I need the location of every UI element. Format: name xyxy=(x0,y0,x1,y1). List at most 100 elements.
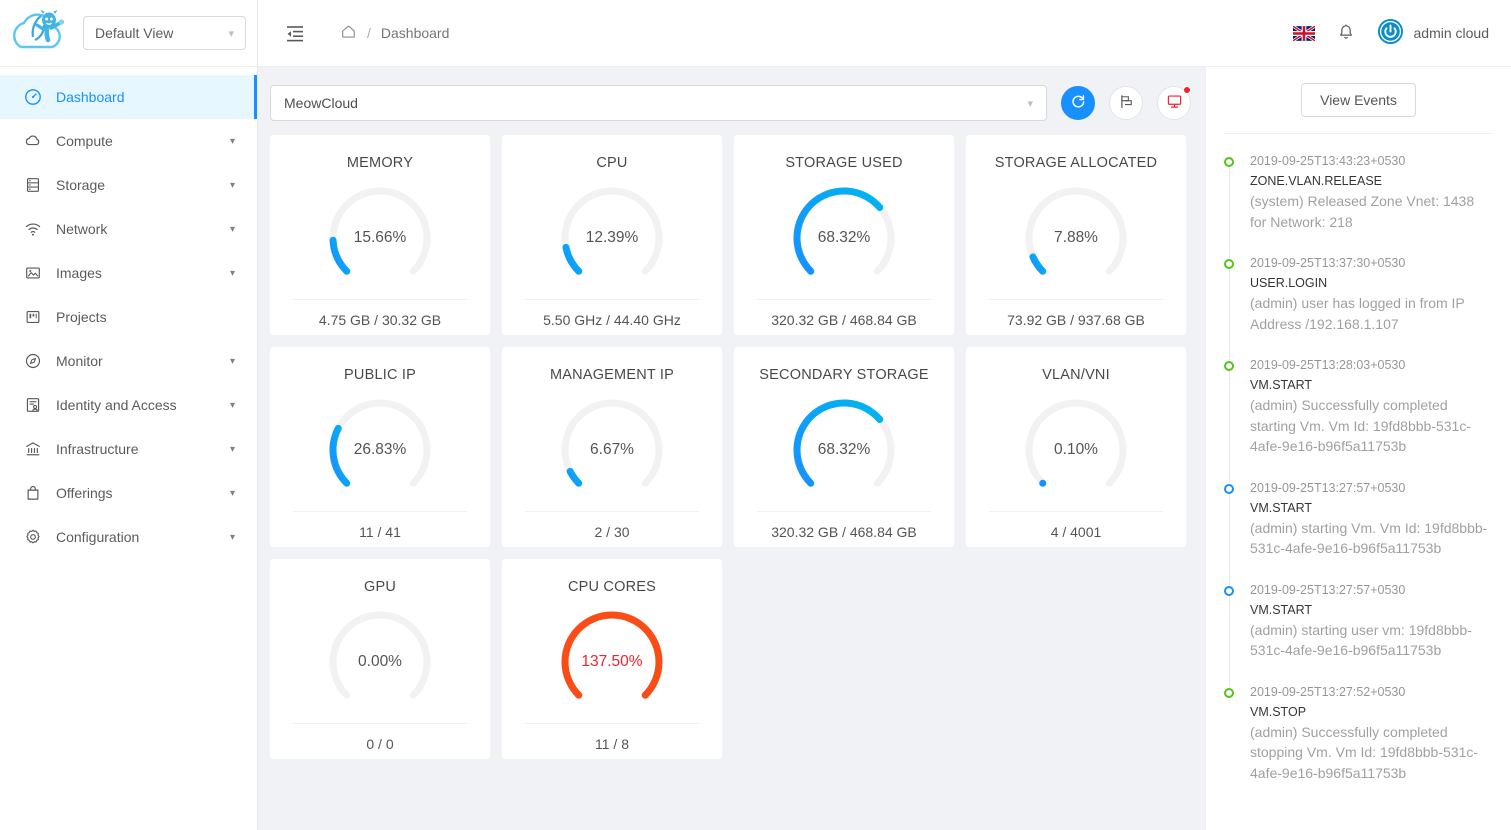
capacity-card: MANAGEMENT IP 6.67% 2 / 30 xyxy=(502,347,722,547)
sidebar-item-configuration[interactable]: Configuration ▾ xyxy=(0,515,257,559)
capacity-card-footer: 0 / 0 xyxy=(293,723,467,768)
dashboard-content: MeowCloud ▾ MEMORY 15.66% 4.75 GB / 30.3… xyxy=(258,67,1205,830)
gauge-value: 137.50% xyxy=(581,653,643,670)
event-timeline: 2019-09-25T13:43:23+0530 ZONE.VLAN.RELEA… xyxy=(1224,134,1493,805)
sidebar-item-label: Identity and Access xyxy=(56,397,177,413)
sidebar-item-label: Projects xyxy=(56,309,107,325)
event-item[interactable]: 2019-09-25T13:37:30+0530 USER.LOGIN (adm… xyxy=(1224,254,1493,360)
gauge-value: 12.39% xyxy=(585,229,639,246)
top-header: / Dashboard admin cloud xyxy=(258,0,1511,67)
sidebar-item-label: Storage xyxy=(56,177,106,193)
main-area: / Dashboard admin cloud MeowCloud ▾ MEMO… xyxy=(258,0,1511,830)
capacity-card-title: STORAGE USED xyxy=(785,155,903,171)
database-icon xyxy=(24,176,42,194)
gauge-value: 26.83% xyxy=(353,441,407,458)
event-item[interactable]: 2019-09-25T13:28:03+0530 VM.START (admin… xyxy=(1224,356,1493,482)
event-type: VM.START xyxy=(1250,500,1313,515)
sidebar-item-projects[interactable]: Projects xyxy=(0,295,257,339)
event-status-dot xyxy=(1224,157,1234,167)
sidebar-item-identity-and-access[interactable]: Identity and Access ▾ xyxy=(0,383,257,427)
event-description: (admin) starting Vm. Vm Id: 19fd8bbb-531… xyxy=(1250,519,1488,557)
header-actions: admin cloud xyxy=(1291,18,1489,48)
capacity-card-footer: 73.92 GB / 937.68 GB xyxy=(989,299,1163,344)
event-item[interactable]: 2019-09-25T13:27:57+0530 VM.START (admin… xyxy=(1224,479,1493,585)
events-panel: View Events 2019-09-25T13:43:23+0530 ZON… xyxy=(1205,67,1511,830)
picture-icon xyxy=(24,264,42,282)
chevron-down-icon: ▾ xyxy=(229,179,235,191)
event-status-dot xyxy=(1224,585,1234,596)
refresh-button[interactable] xyxy=(1061,86,1095,120)
sidebar-item-network[interactable]: Network ▾ xyxy=(0,207,257,251)
zone-selector[interactable]: MeowCloud ▾ xyxy=(270,85,1047,121)
user-menu[interactable]: admin cloud xyxy=(1377,18,1489,48)
chevron-down-icon: ▾ xyxy=(229,399,235,411)
capacity-gauge: 7.88% xyxy=(1015,181,1137,299)
view-selector-value: Default View xyxy=(95,25,174,41)
chevron-down-icon: ▾ xyxy=(1027,97,1033,110)
capacity-card: GPU 0.00% 0 / 0 xyxy=(270,559,490,759)
event-item[interactable]: 2019-09-25T13:27:52+0530 VM.STOP (admin)… xyxy=(1224,683,1493,806)
power-avatar-icon xyxy=(1377,18,1404,48)
sidebar-item-compute[interactable]: Compute ▾ xyxy=(0,119,257,163)
gear-icon xyxy=(24,528,42,546)
event-description: (admin) Successfully completed stopping … xyxy=(1250,723,1479,781)
capacity-card: MEMORY 15.66% 4.75 GB / 30.32 GB xyxy=(270,135,490,335)
host-alerts-button[interactable] xyxy=(1157,86,1191,120)
home-icon[interactable] xyxy=(340,23,357,43)
event-timestamp: 2019-09-25T13:27:52+0530 xyxy=(1250,684,1406,699)
event-item[interactable]: 2019-09-25T13:27:57+0530 VM.START (admin… xyxy=(1224,581,1493,687)
capacity-card-title: GPU xyxy=(363,579,397,595)
capacity-gauge: 6.67% xyxy=(551,393,673,511)
sidebar-item-infrastructure[interactable]: Infrastructure ▾ xyxy=(0,427,257,471)
capacity-gauge: 0.00% xyxy=(319,605,441,723)
capacity-card-title: SECONDARY STORAGE xyxy=(759,367,929,383)
gauge-value: 68.32% xyxy=(817,229,871,246)
breadcrumb-separator: / xyxy=(367,25,371,41)
view-events-button[interactable]: View Events xyxy=(1301,83,1416,117)
capacity-card-title: MEMORY xyxy=(346,155,414,171)
capacity-gauge: 12.39% xyxy=(551,181,673,299)
view-selector[interactable]: Default View ▾ xyxy=(83,16,246,50)
event-status-dot xyxy=(1224,687,1234,698)
capacity-gauge: 68.32% xyxy=(783,393,905,511)
capacity-card-footer: 5.50 GHz / 44.40 GHz xyxy=(525,299,699,344)
event-description: (admin) starting user vm: 19fd8bbb-531c-… xyxy=(1250,621,1472,659)
gauge-value: 68.32% xyxy=(817,441,871,458)
event-description: (system) Released Zone Vnet: 1438 for Ne… xyxy=(1250,193,1475,230)
capacity-card: CPU 12.39% 5.50 GHz / 44.40 GHz xyxy=(502,135,722,335)
event-timestamp: 2019-09-25T13:27:57+0530 xyxy=(1250,480,1406,495)
gauge-value: 0.10% xyxy=(1054,441,1098,458)
project-icon xyxy=(24,308,42,326)
sidebar-item-offerings[interactable]: Offerings ▾ xyxy=(0,471,257,515)
event-status-dot xyxy=(1224,361,1234,371)
bell-icon[interactable] xyxy=(1337,23,1355,43)
sidebar-item-label: Compute xyxy=(56,133,113,149)
cloud-icon xyxy=(24,132,42,150)
event-type: USER.LOGIN xyxy=(1250,276,1328,290)
event-item[interactable]: 2019-09-25T13:43:23+0530 ZONE.VLAN.RELEA… xyxy=(1224,152,1493,258)
menu-fold-icon[interactable] xyxy=(284,22,306,44)
capacity-card: CPU CORES 137.50% 11 / 8 xyxy=(502,559,722,759)
capacity-gauge: 137.50% xyxy=(551,605,673,723)
uk-flag-icon[interactable] xyxy=(1291,24,1316,42)
event-type: VM.STOP xyxy=(1250,704,1307,719)
flag-icon xyxy=(1118,93,1135,113)
chevron-down-icon: ▾ xyxy=(229,267,235,279)
capacity-card-grid: MEMORY 15.66% 4.75 GB / 30.32 GB CPU 12.… xyxy=(270,135,1191,759)
capacity-card: SECONDARY STORAGE 68.32% 320.32 GB / 468… xyxy=(734,347,954,547)
event-type: ZONE.VLAN.RELEASE xyxy=(1250,174,1382,188)
capacity-card-title: CPU xyxy=(596,155,628,171)
capacity-gauge: 0.10% xyxy=(1015,393,1137,511)
sidebar-item-images[interactable]: Images ▾ xyxy=(0,251,257,295)
capacity-card: PUBLIC IP 26.83% 11 / 41 xyxy=(270,347,490,547)
sidebar-item-label: Network xyxy=(56,221,108,237)
sidebar-item-dashboard[interactable]: Dashboard xyxy=(0,75,257,119)
sidebar-item-monitor[interactable]: Monitor ▾ xyxy=(0,339,257,383)
zone-selector-value: MeowCloud xyxy=(284,95,358,111)
project-button[interactable] xyxy=(1109,86,1143,120)
chevron-down-icon: ▾ xyxy=(229,135,235,147)
capacity-card-footer: 11 / 41 xyxy=(293,511,467,556)
sidebar-item-storage[interactable]: Storage ▾ xyxy=(0,163,257,207)
event-timestamp: 2019-09-25T13:37:30+0530 xyxy=(1250,256,1406,270)
page-title: Dashboard xyxy=(380,25,450,41)
